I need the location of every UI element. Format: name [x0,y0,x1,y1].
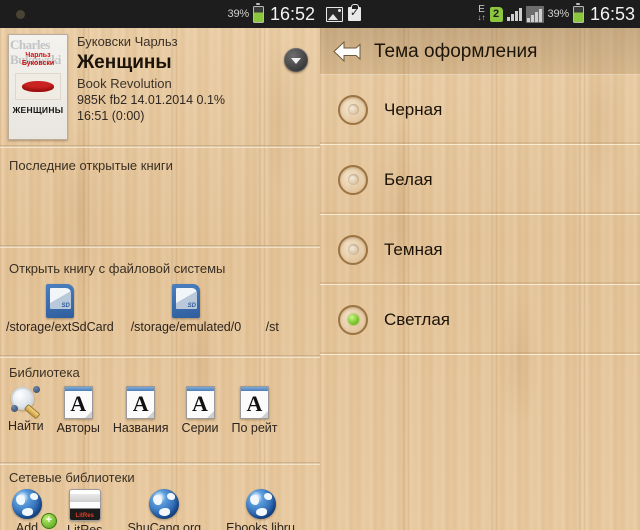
radio-button-icon[interactable] [338,164,368,195]
filesystem-shortcuts-row: /storage/extSdCard /storage/emulated/0 /… [0,284,320,334]
network-library-litres[interactable]: LitRes [67,489,102,530]
divider-1 [0,145,320,148]
theme-option-list: Черная Белая Темная Светлая [320,75,640,355]
book-title: Женщины [77,52,172,73]
add-plus-badge-icon: + [41,513,57,529]
clock-right: 16:53 [589,3,635,24]
library-action-search[interactable]: Найти [8,386,44,435]
dual-screenshot: 39% 16:52 Charles Bukowski Чарльз Буковс… [0,0,640,530]
document-a-icon: A [126,386,156,419]
divider-4 [0,462,320,465]
fs-shortcut-label: /st [265,320,279,334]
library-action-label: По рейт [231,421,278,435]
theme-option-light[interactable]: Светлая [320,285,640,355]
signal-bars-boxed-icon [525,5,544,23]
fs-shortcut-label: /storage/emulated/0 [130,320,242,334]
network-library-label: Ebooks libru [226,521,295,530]
cover-title-text: ЖЕНЩИНЫ [12,105,64,115]
unknown-dot-icon [16,9,25,19]
status-bar-right: E↓↑ 2 39% 16:53 [320,0,640,28]
network-library-shucang[interactable]: ShuCang.org [127,489,201,530]
globe-icon [149,489,180,519]
book-cover-thumbnail[interactable]: Charles Bukowski Чарльз Буковски ЖЕНЩИНЫ [8,34,68,140]
library-action-label: Серии [181,421,219,435]
radio-button-icon[interactable] [338,94,368,125]
back-arrow-icon[interactable] [332,40,363,64]
clock-left: 16:52 [269,3,315,24]
status-bar-left: 39% 16:52 [0,0,320,28]
section-title-open-from-fs: Открыть книгу с файловой системы [9,261,226,276]
battery-icon-right [572,2,584,23]
library-action-authors[interactable]: A Авторы [57,386,100,435]
status-bar-left-icons [6,9,228,19]
divider-3 [0,355,320,358]
book-last-read: 16:51 (0:00) [77,109,145,123]
library-action-label: Авторы [56,421,100,435]
battery-icon-left [252,2,264,23]
chevron-down-icon [291,58,301,64]
globe-plus-icon [12,489,42,519]
library-action-label: Найти [8,419,44,433]
network-library-add[interactable]: Add [12,489,42,530]
library-shortcuts-row: Найти A Авторы A Названия A Серии A По р… [0,386,320,435]
magnifier-icon [10,386,41,420]
library-action-titles[interactable]: A Названия [113,386,169,435]
theme-option-dark[interactable]: Темная [320,215,640,285]
status-bar-left-right-group: 39% 16:52 [227,2,315,25]
signal-bars-icon [506,7,522,21]
cover-author-text: Чарльз Буковски [21,52,55,67]
document-a-icon: A [239,386,269,419]
edge-network-icon: E ↓↑ [477,4,486,22]
fs-shortcut-ext-sdcard[interactable]: /storage/extSdCard [6,284,114,334]
theme-option-label: Светлая [384,309,450,329]
network-library-label: ShuCang.org [127,521,202,530]
sd-card-icon [171,284,200,318]
network-library-ebooks-libru[interactable]: Ebooks libru [226,489,295,530]
expand-book-panel-button[interactable] [284,48,308,72]
section-title-library: Библиотека [9,365,80,380]
right-screen-theme-settings: E↓↑ 2 39% 16:53 Тема оформления Черная [320,0,640,530]
image-icon [326,6,343,22]
fs-shortcut-truncated[interactable]: /st [258,284,286,334]
battery-percent-left: 39% [227,8,250,20]
current-book-header[interactable]: Charles Bukowski Чарльз Буковски ЖЕНЩИНЫ… [0,28,320,145]
theme-settings-title-bar: Тема оформления [320,28,640,75]
page-title: Тема оформления [374,40,538,62]
fs-shortcut-label: /storage/extSdCard [6,320,114,334]
status-bar-right-group: E ↓↑ 2 39% 16:53 [477,2,635,25]
litres-book-icon [68,489,101,521]
left-screen-library-home: 39% 16:52 Charles Bukowski Чарльз Буковс… [0,0,320,530]
radio-button-icon[interactable] [338,234,368,265]
section-title-network-libraries: Сетевые библиотеки [9,470,135,485]
section-title-recent-books: Последние открытые книги [9,158,173,173]
radio-button-selected-icon[interactable] [338,304,368,335]
book-author: Буковски Чарльз [77,34,178,49]
theme-option-black[interactable]: Черная [320,75,640,145]
divider-2 [0,245,320,248]
theme-option-label: Черная [384,99,443,119]
library-action-by-rating[interactable]: A По рейт [231,386,277,435]
globe-icon [245,489,276,519]
fs-shortcut-emulated-0[interactable]: /storage/emulated/0 [130,284,242,334]
book-publisher: Book Revolution [77,76,172,91]
book-meta: Буковски Чарльз Женщины Book Revolution … [68,34,312,145]
network-library-label: Add [15,521,39,530]
library-action-label: Названия [112,421,169,435]
cover-lips-image [15,73,61,100]
theme-option-label: Темная [384,239,443,259]
sim2-icon: 2 [489,6,503,22]
battery-percent-right: 39% [547,8,570,20]
library-action-series[interactable]: A Серии [181,386,219,435]
status-bar-right-icons [326,4,478,22]
sd-card-icon [45,284,74,318]
book-stats: 985K fb2 14.01.2014 0.1% [77,93,226,107]
theme-option-label: Белая [384,169,433,189]
theme-option-white[interactable]: Белая [320,145,640,215]
document-a-icon: A [185,386,215,419]
network-library-label: LitRes [67,523,103,530]
clipboard-check-icon [348,4,361,21]
document-a-icon: A [63,386,93,419]
